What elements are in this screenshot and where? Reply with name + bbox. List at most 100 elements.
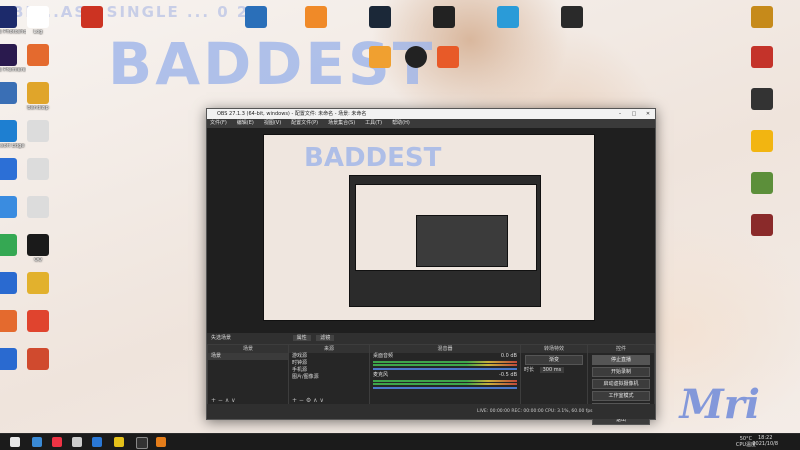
- minimize-icon[interactable]: –: [613, 109, 627, 119]
- epic-games-icon[interactable]: [552, 6, 592, 28]
- filters-button[interactable]: 滤镜: [316, 335, 335, 341]
- menu-item[interactable]: 工具(T): [365, 120, 382, 126]
- sources-panel-title: 来源: [289, 345, 369, 353]
- taskbar-app-icon[interactable]: [114, 437, 124, 447]
- desktop-icon[interactable]: [18, 272, 58, 295]
- desktop-icon-app[interactable]: [742, 214, 782, 236]
- volume-meter: [373, 383, 517, 385]
- app-icon: [0, 272, 17, 294]
- desktop-icon-rockstar[interactable]: [742, 130, 782, 152]
- desktop-icon-top[interactable]: [428, 46, 468, 68]
- desktop-icon-game2[interactable]: [742, 88, 782, 110]
- scene-item[interactable]: 场景: [208, 353, 288, 360]
- desktop-icon-top[interactable]: [360, 46, 400, 68]
- track-name: 桌面音频: [373, 353, 394, 359]
- volume-meter: [373, 380, 517, 382]
- mixer-panel-title: 混音器: [370, 345, 520, 353]
- virtual-camera-button[interactable]: 启动虚拟摄像机: [592, 379, 650, 389]
- desktop-icon-pubg[interactable]: [742, 6, 782, 28]
- clock[interactable]: 18:22 2021/10/8: [752, 435, 778, 447]
- clock-date: 2021/10/8: [752, 441, 778, 447]
- obs-title: OBS 27.1.3 (64-bit, windows) - 配置文件: 未命名…: [217, 111, 367, 117]
- app-icon: [27, 158, 49, 180]
- taskbar-app-icon[interactable]: [92, 437, 102, 447]
- app-icon: [0, 310, 17, 332]
- desktop-icon[interactable]: QQ: [18, 234, 58, 263]
- start-icon[interactable]: [10, 437, 20, 447]
- desktop-icon-top[interactable]: [72, 6, 112, 28]
- menu-item[interactable]: 帮助(H): [392, 120, 410, 126]
- menu-item[interactable]: 配置文件(P): [291, 120, 318, 126]
- game-icon: [751, 88, 773, 110]
- search-icon[interactable]: [32, 437, 42, 447]
- volume-slider[interactable]: [373, 387, 517, 389]
- app-icon: [0, 82, 17, 104]
- steam-icon[interactable]: [360, 6, 400, 28]
- obs-statusbar: LIVE: 00:00:00 REC: 00:00:00 CPU: 3.1%, …: [207, 404, 655, 419]
- close-icon[interactable]: ✕: [641, 109, 655, 119]
- desktop-icon-game[interactable]: [742, 46, 782, 68]
- obs-menubar: 文件(F) 编辑(E) 视图(V) 配置文件(P) 场景集合(S) 工具(T) 帮助(H): [207, 119, 655, 128]
- stop-streaming-button[interactable]: 停止直播: [592, 355, 650, 365]
- properties-button[interactable]: 属性: [292, 335, 311, 341]
- obs-preview[interactable]: BADDEST: [207, 128, 655, 333]
- chrome-icon[interactable]: [52, 437, 62, 447]
- desktop-icon[interactable]: [18, 120, 58, 143]
- wechat-icon: [0, 234, 17, 256]
- maximize-icon[interactable]: □: [627, 109, 641, 119]
- desktop-icon[interactable]: [18, 158, 58, 181]
- obs-taskbar-icon[interactable]: [136, 437, 148, 449]
- app-icon: [0, 348, 17, 370]
- source-item[interactable]: 手机源: [289, 367, 369, 374]
- source-item[interactable]: 时钟源: [289, 360, 369, 367]
- studio-mode-button[interactable]: 工作室模式: [592, 391, 650, 401]
- desktop-icon[interactable]: Bandizip: [18, 82, 58, 111]
- taskbar-app-icon[interactable]: [156, 437, 166, 447]
- desktop-icon-top[interactable]: [424, 6, 464, 28]
- desktop-icon[interactable]: [18, 348, 58, 371]
- desktop-icon[interactable]: [18, 196, 58, 219]
- menu-item[interactable]: 编辑(E): [237, 120, 254, 126]
- volume-meter: [373, 361, 517, 363]
- start-recording-button[interactable]: 开始录制: [592, 367, 650, 377]
- menu-item[interactable]: 文件(F): [210, 120, 227, 126]
- pubg-icon: [751, 6, 773, 28]
- desktop-icon[interactable]: [18, 44, 58, 67]
- transition-type-select[interactable]: 渐变: [525, 355, 583, 365]
- track-name: 麦克风: [373, 372, 389, 378]
- controls-panel: 控件 停止直播 开始录制 启动虚拟摄像机 工作室模式 设置 退出: [587, 344, 655, 425]
- app-icon: [27, 310, 49, 332]
- desktop-icon[interactable]: Log: [18, 6, 58, 35]
- app-icon: [27, 44, 49, 66]
- explorer-icon[interactable]: [72, 437, 82, 447]
- minecraft-icon: [751, 172, 773, 194]
- desktop-icon-top[interactable]: [488, 6, 528, 28]
- transitions-panel-title: 转场特效: [521, 345, 587, 353]
- desktop-icon-top[interactable]: [296, 6, 336, 28]
- source-item[interactable]: 游戏源: [289, 353, 369, 360]
- menu-item[interactable]: 场景集合(S): [328, 120, 355, 126]
- mixer-track: 麦克风 -0.5 dB: [370, 372, 520, 379]
- desktop-icon[interactable]: [18, 310, 58, 333]
- rockstar-icon: [751, 130, 773, 152]
- bandizip-icon: [27, 82, 49, 104]
- source-item[interactable]: 图片/图像源: [289, 374, 369, 381]
- nested-obs: [349, 175, 541, 307]
- app-icon: [751, 214, 773, 236]
- duration-input[interactable]: 300 ms: [539, 367, 565, 373]
- desktop-icon-minecraft[interactable]: [742, 172, 782, 194]
- controls-panel-title: 控件: [588, 345, 654, 353]
- transition-duration: 时长 300 ms: [521, 367, 587, 374]
- photoshop-icon: [0, 6, 17, 28]
- desktop-icon-top[interactable]: [236, 6, 276, 28]
- volume-slider[interactable]: [373, 368, 517, 370]
- mixer-track: 桌面音频 0.0 dB: [370, 353, 520, 360]
- track-db: -0.5 dB: [499, 372, 517, 378]
- premiere-icon: [0, 44, 17, 66]
- app-icon: [0, 196, 17, 218]
- app-icon: [27, 196, 49, 218]
- desktop-icon-label: Bandizip: [27, 105, 49, 111]
- edge-icon: [0, 120, 17, 142]
- menu-item[interactable]: 视图(V): [264, 120, 281, 126]
- desktop-icon-label: Adobe Premiere Pro: [0, 67, 26, 73]
